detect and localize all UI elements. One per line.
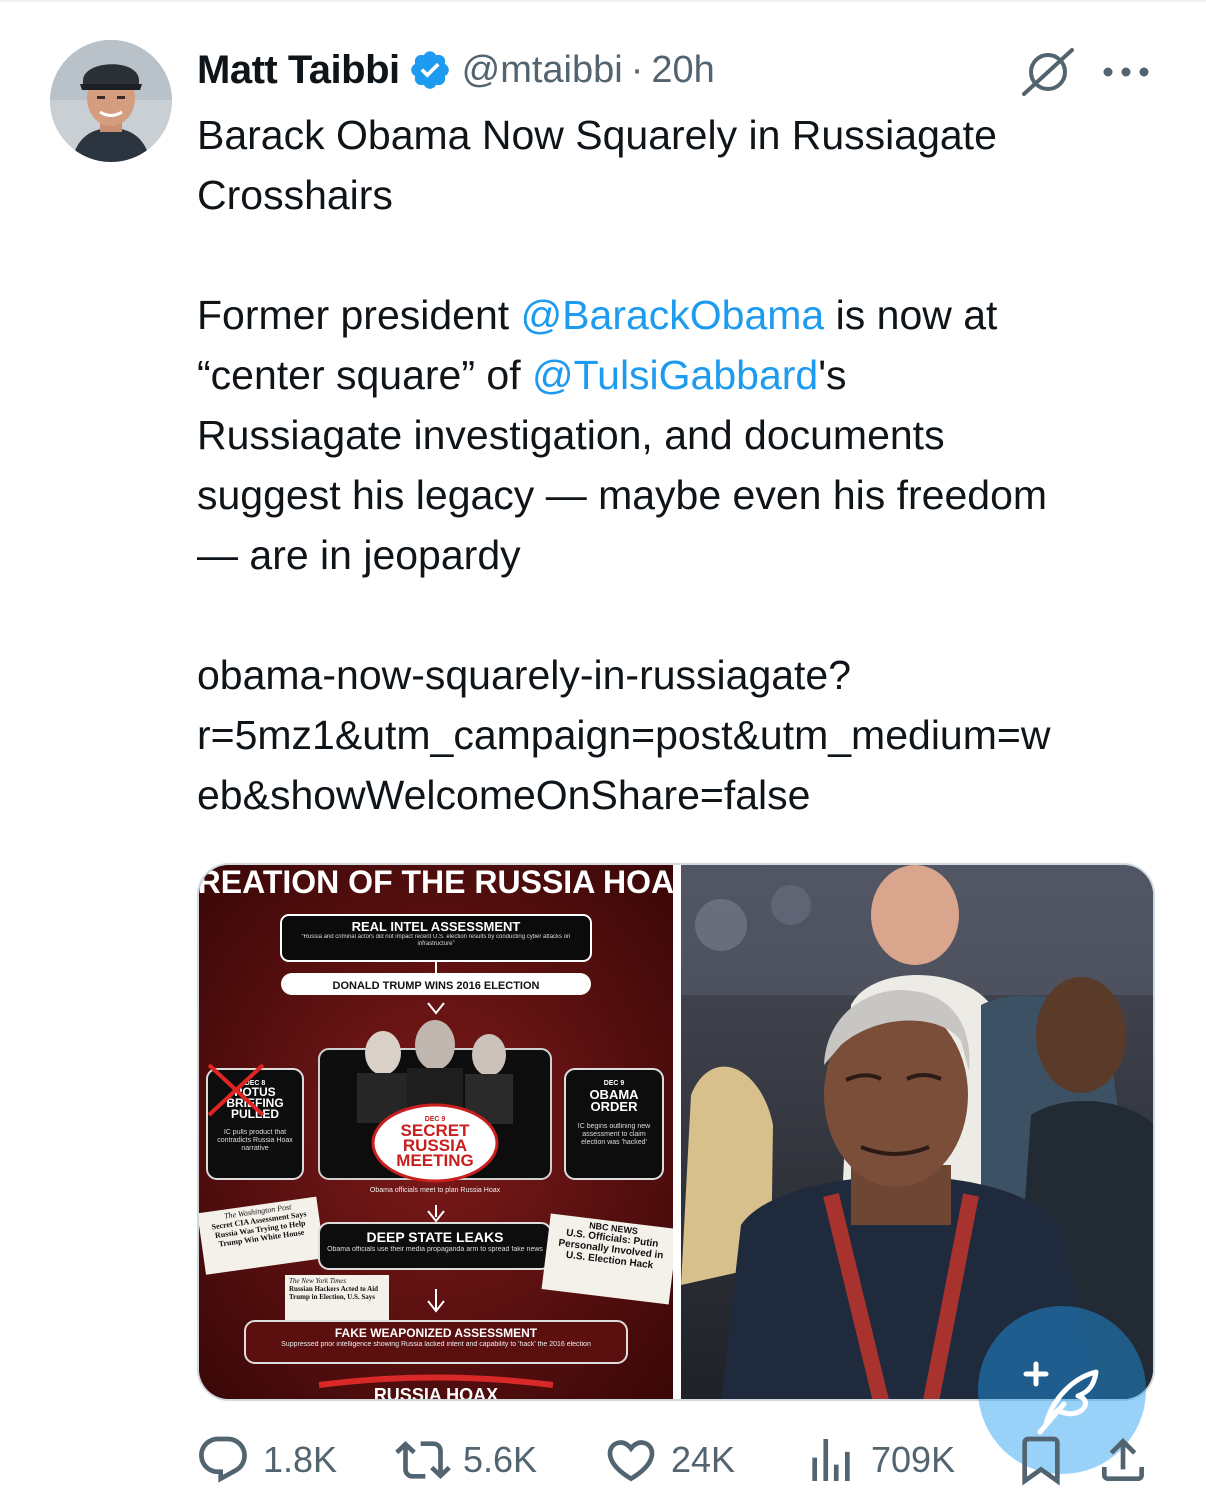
media-infographic[interactable]: CREATION OF THE RUSSIA HOAX REAL INTEL A… (199, 865, 673, 1401)
views-button[interactable]: 709K (803, 1432, 955, 1488)
reply-count: 1.8K (263, 1439, 338, 1480)
infographic-side-sub: IC pulls product that contradicts Russia… (217, 1129, 293, 1152)
tweet-url-line: r=5mz1&utm_campaign=post&utm_medium=w (197, 712, 1051, 758)
author-handle[interactable]: @mtaibbi (462, 49, 623, 92)
mention-link-tulsigabbard[interactable]: @TulsiGabbard (532, 352, 818, 398)
infographic-date: DEC 9 (425, 1116, 446, 1123)
like-count: 24K (671, 1439, 736, 1480)
infographic-box-subtitle: Obama officials use their media propagan… (327, 1246, 543, 1253)
nyt-headline: Russian Hackers Acted to Aid Trump in El… (289, 1285, 379, 1301)
infographic-date: DEC 9 (604, 1080, 625, 1087)
tweet-line: “center square” of @TulsiGabbard's (197, 345, 1177, 405)
nyt-masthead: The New York Times (289, 1277, 347, 1285)
like-button[interactable]: 24K (603, 1432, 735, 1488)
share-icon (1102, 1438, 1144, 1481)
infographic-side-sub: IC begins outlining new assessment to cl… (577, 1123, 651, 1146)
bookmark-icon (1022, 1436, 1060, 1486)
infographic-center-title: SECRET RUSSIA MEETING (396, 1123, 474, 1170)
tweet-line: suggest his legacy — maybe even his free… (197, 472, 1048, 518)
views-chart-icon (812, 1439, 850, 1481)
grok-icon[interactable] (1016, 46, 1078, 98)
tweet-line: — are in jeopardy (197, 532, 521, 578)
infographic-side-title: OBAMA ORDER (589, 1089, 639, 1114)
author-avatar[interactable] (50, 40, 172, 162)
more-options-icon[interactable] (1098, 58, 1154, 86)
tweet-title-line: Crosshairs (197, 172, 393, 218)
reply-icon (199, 1436, 247, 1483)
top-divider (0, 0, 1206, 2)
avatar-photo (50, 40, 172, 162)
tweet-line: Former president @BarackObama is now at (197, 285, 1177, 345)
infographic-box-title: REAL INTEL ASSESSMENT (352, 919, 521, 934)
header-separator: · (630, 48, 644, 91)
verified-badge-icon[interactable] (408, 48, 452, 92)
infographic-box-subtitle: “Russia and criminal actors did not impa… (301, 934, 571, 947)
bookmark-button[interactable] (1013, 1432, 1069, 1488)
infographic-caption: Obama officials meet to plan Russia Hoax (370, 1187, 501, 1194)
share-button[interactable] (1095, 1432, 1151, 1488)
tweet-body: Barack Obama Now Squarely in Russiagate … (197, 105, 1177, 825)
repost-button[interactable]: 5.6K (395, 1432, 537, 1488)
tweet-header: Matt Taibbi @mtaibbi · 20h (197, 44, 715, 96)
tweet-text-segment: “center square” of (197, 352, 532, 398)
russia-hoax-infographic: CREATION OF THE RUSSIA HOAX REAL INTEL A… (199, 865, 673, 1401)
tweet-text-segment: is now at (824, 292, 998, 338)
infographic-title: CREATION OF THE RUSSIA HOAX (199, 865, 673, 900)
tweet-url-line: obama-now-squarely-in-russiagate? (197, 652, 852, 698)
tweet-title-line: Barack Obama Now Squarely in Russiagate (197, 112, 997, 158)
infographic-bottom-title: RUSSIA HOAX (374, 1385, 498, 1401)
tweet-actions: 1.8K 5.6K 24K 709K (195, 1432, 1155, 1488)
infographic-box-title: FAKE WEAPONIZED ASSESSMENT (335, 1326, 538, 1340)
infographic-box-subtitle: Suppressed prior intelligence showing Ru… (281, 1341, 591, 1348)
author-name[interactable]: Matt Taibbi (197, 48, 400, 93)
mention-link-barackobama[interactable]: @BarackObama (521, 292, 825, 338)
tweet-text-segment: 's (818, 352, 847, 398)
infographic-box-title: DONALD TRUMP WINS 2016 ELECTION (333, 980, 540, 992)
views-count: 709K (871, 1439, 956, 1480)
reply-button[interactable]: 1.8K (195, 1432, 337, 1488)
infographic-side-title: POTUS BRIEFING PULLED (226, 1087, 284, 1121)
repost-count: 5.6K (463, 1439, 538, 1480)
tweet-url-line: eb&showWelcomeOnShare=false (197, 772, 811, 818)
tweet-text-segment: Former president (197, 292, 521, 338)
repost-icon (395, 1441, 451, 1479)
infographic-box-title: DEEP STATE LEAKS (367, 1229, 504, 1245)
tweet-line: Russiagate investigation, and documents (197, 412, 945, 458)
tweet-timestamp[interactable]: 20h (651, 49, 714, 92)
heart-icon (607, 1440, 655, 1482)
